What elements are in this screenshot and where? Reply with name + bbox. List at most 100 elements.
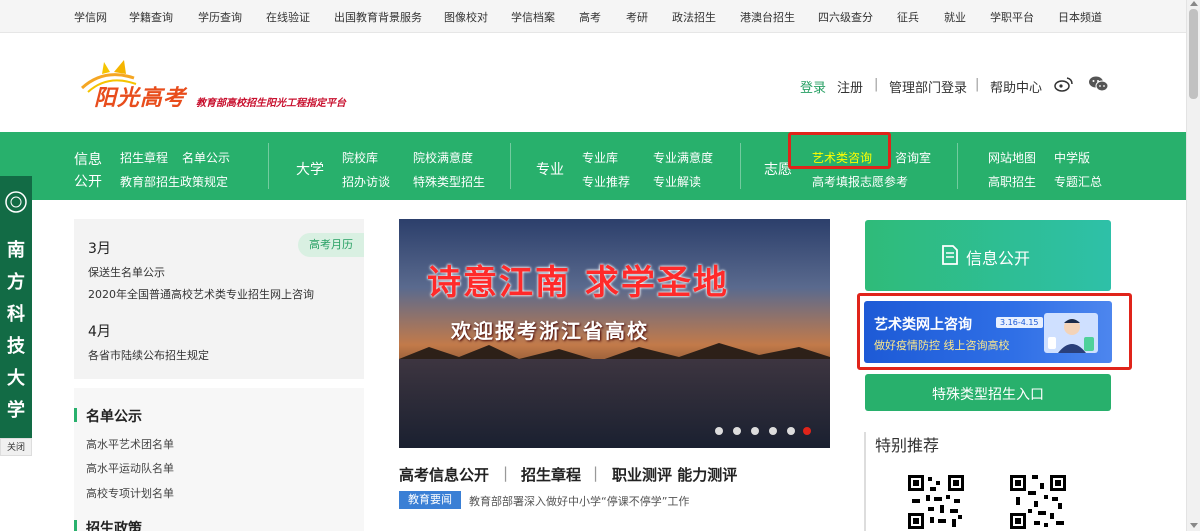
scroll-down-arrow-icon[interactable] [1190,523,1198,528]
nav-link[interactable]: 网站地图 [988,149,1036,166]
highlight-box [788,132,891,169]
news-tag: 教育要闻 [399,491,461,509]
calendar-badge[interactable]: 高考月历 [298,233,364,257]
nav-link[interactable]: 专业推荐 [582,173,630,190]
nav-link[interactable]: 名单公示 [182,149,230,166]
banner-headline: 诗意江南 求学圣地 [427,263,729,303]
nav-link[interactable]: 专题汇总 [1054,173,1102,190]
recommend-divider [864,432,866,531]
nav-divider [268,143,269,189]
login-link[interactable]: 登录 [800,77,826,96]
top-link[interactable]: 四六级查分 [818,9,873,25]
calendar-item[interactable]: 各省市陆续公布招生规定 [88,347,209,363]
section-marker [74,408,77,422]
carousel-dot-active[interactable] [803,427,811,435]
nav-link[interactable]: 专业满意度 [653,149,713,166]
news-link[interactable]: 职业测评 能力测评 [612,464,737,485]
document-icon [942,245,958,265]
nav-university-label: 大学 [296,162,324,178]
special-admission-button[interactable]: 特殊类型招生入口 [865,374,1111,411]
qr-code-icon [1008,473,1068,531]
namelist-title: 名单公示 [86,409,142,425]
carousel-dot[interactable] [769,427,777,435]
namelist-item[interactable]: 高水平艺术团名单 [86,436,174,452]
side-ad-char: 科 [7,304,25,325]
top-link[interactable]: 学历查询 [198,9,242,25]
nav-link[interactable]: 院校满意度 [413,149,473,166]
university-emblem-icon [5,191,27,213]
separator: | [874,77,879,92]
top-link[interactable]: 征兵 [897,9,919,25]
top-link[interactable]: 图像校对 [444,9,488,25]
register-link[interactable]: 注册 [837,77,863,96]
recommend-title: 特别推荐 [875,436,940,455]
nav-link[interactable]: 咨询室 [895,149,931,166]
carousel-dot[interactable] [715,427,723,435]
side-ad-banner[interactable]: 南 方 科 技 大 学 [0,176,32,438]
top-link[interactable]: 港澳台招生 [740,9,795,25]
side-ad-char: 技 [7,336,25,357]
namelist-item[interactable]: 高校专项计划名单 [86,485,174,501]
nav-link[interactable]: 院校库 [342,149,378,166]
separator: | [503,464,509,482]
nav-link[interactable]: 专业解读 [653,173,701,190]
top-link[interactable]: 学职平台 [990,9,1034,25]
policy-title: 招生政策 [86,521,142,531]
side-ad-char: 南 [7,240,25,261]
top-link[interactable]: 考研 [626,9,648,25]
top-link[interactable]: 就业 [944,9,966,25]
info-public-label: 信息公开 [966,249,1031,268]
top-link[interactable]: 在线验证 [266,9,310,25]
nav-link[interactable]: 中学版 [1054,149,1090,166]
exam-calendar: 高考月历 3月 保送生名单公示 2020年全国普通高校艺术类专业招生网上咨询 4… [74,219,364,379]
top-link-bar: 学信网 学籍查询 学历查询 在线验证 出国教育背景服务 图像校对 学信档案 高考… [0,0,1186,33]
top-link[interactable]: 高考 [579,9,601,25]
calendar-item[interactable]: 保送生名单公示 [88,264,165,280]
main-nav: 信息 公开 招生章程 名单公示 教育部招生政策规定 大学 院校库 院校满意度 招… [0,132,1186,200]
calendar-item[interactable]: 2020年全国普通高校艺术类专业招生网上咨询 [88,286,314,302]
nav-link[interactable]: 招办访谈 [342,173,390,190]
scroll-thumb[interactable] [1189,9,1198,99]
page-scrollbar[interactable] [1186,0,1200,531]
namelist-item[interactable]: 高水平运动队名单 [86,460,174,476]
carousel-dot[interactable] [751,427,759,435]
nav-link[interactable]: 专业库 [582,149,618,166]
side-ad-close-button[interactable]: 关闭 [0,438,32,456]
calendar-month: 3月 [88,241,111,257]
top-link[interactable]: 学信网 [74,9,107,25]
site-logo[interactable]: 阳光高考 教育部高校招生阳光工程指定平台 [74,58,374,114]
nav-link[interactable]: 教育部招生政策规定 [120,173,228,190]
top-link[interactable]: 出国教育背景服务 [334,9,422,25]
nav-link[interactable]: 高职招生 [988,173,1036,190]
admin-login-link[interactable]: 管理部门登录 [889,77,967,96]
carousel-dot[interactable] [733,427,741,435]
nav-link[interactable]: 高考填报志愿参考 [812,173,908,190]
banner-water [399,359,830,448]
top-link[interactable]: 学籍查询 [129,9,173,25]
weibo-icon[interactable] [1054,76,1074,92]
news-link[interactable]: 高考信息公开 [399,464,489,485]
nav-link[interactable]: 特殊类型招生 [413,173,485,190]
carousel-banner[interactable]: 诗意江南 求学圣地 欢迎报考浙江省高校 [399,219,830,448]
carousel-dot[interactable] [787,427,795,435]
help-link[interactable]: 帮助中心 [990,77,1042,96]
top-link[interactable]: 学信档案 [511,9,555,25]
news-link[interactable]: 招生章程 [521,464,581,485]
info-public-button[interactable]: 信息公开 [865,220,1111,291]
side-ad-char: 方 [7,272,25,293]
news-headline[interactable]: 教育部部署深入做好中小学“停课不停学”工作 [469,493,689,509]
top-link[interactable]: 日本频道 [1058,9,1102,25]
section-marker [74,520,77,531]
logo-subtitle: 教育部高校招生阳光工程指定平台 [196,98,346,109]
nav-divider [740,143,741,189]
nav-link[interactable]: 招生章程 [120,149,168,166]
nav-divider [510,143,511,189]
calendar-month: 4月 [88,324,111,340]
separator: | [975,77,980,92]
wechat-icon[interactable] [1088,75,1110,93]
scroll-up-arrow-icon[interactable] [1190,1,1198,6]
nav-info-label: 信息 [74,152,102,168]
banner-subline: 欢迎报考浙江省高校 [451,319,649,343]
highlight-box [857,293,1132,370]
top-link[interactable]: 政法招生 [672,9,716,25]
